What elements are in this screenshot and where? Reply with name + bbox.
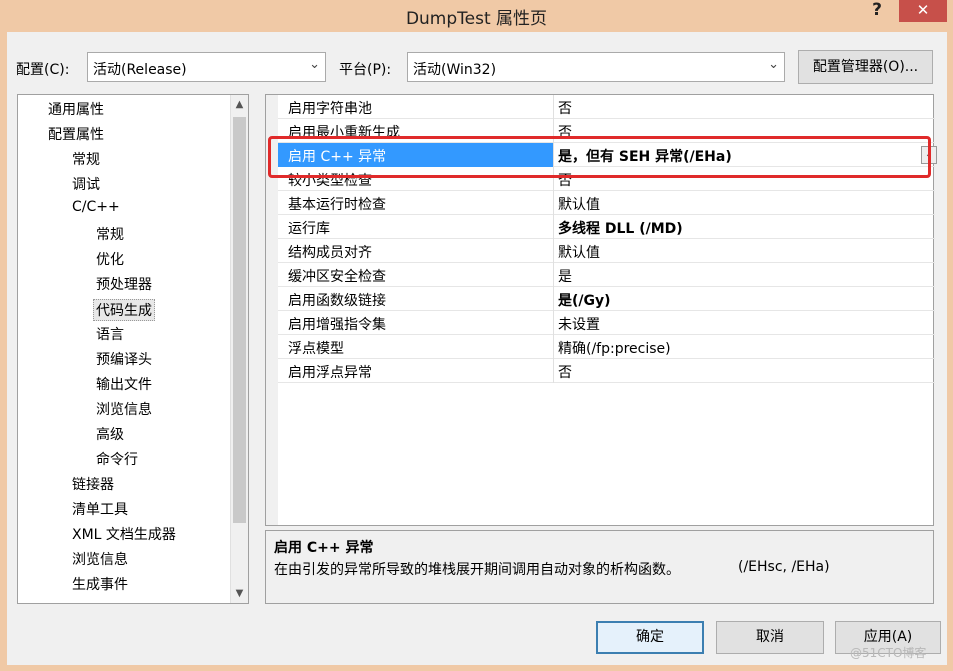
window-title: DumpTest 属性页 <box>405 9 548 29</box>
description-switches: (/EHsc, /EHa) <box>738 559 830 575</box>
property-name: 缓冲区安全检查 <box>288 269 386 285</box>
property-value[interactable]: 否 <box>558 362 572 382</box>
property-value[interactable]: 是 <box>558 266 572 286</box>
column-divider <box>553 95 554 119</box>
property-value[interactable]: 否 <box>558 98 572 118</box>
title-bar: DumpTest 属性页 ? ✕ <box>0 0 953 32</box>
platform-combo-value: 活动(Win32) <box>413 62 497 78</box>
grid-row[interactable]: 浮点模型 精确(/fp:precise) <box>278 335 935 359</box>
tree-item[interactable]: 链接器 <box>72 474 114 494</box>
property-name: 浮点模型 <box>288 341 344 357</box>
tree-item[interactable]: 代码生成 <box>93 299 155 321</box>
property-name: 启用函数级链接 <box>288 293 386 309</box>
grid-row[interactable]: 缓冲区安全检查 是 <box>278 263 935 287</box>
grid-row[interactable]: 启用浮点异常 否 <box>278 359 935 383</box>
chevron-down-icon: ⌄ <box>309 57 320 72</box>
scroll-thumb[interactable] <box>233 117 246 523</box>
tree-item[interactable]: C/C++ <box>72 199 120 215</box>
dialog-client-area: 配置(C): 活动(Release) ⌄ 平台(P): 活动(Win32) ⌄ … <box>7 32 947 665</box>
column-divider <box>553 215 554 239</box>
platform-combo[interactable]: 活动(Win32) ⌄ <box>407 52 785 82</box>
watermark-text: @51CTO博客 <box>850 646 927 660</box>
config-manager-button[interactable]: 配置管理器(O)... <box>798 50 933 84</box>
column-divider <box>553 335 554 359</box>
property-value[interactable]: 多线程 DLL (/MD) <box>558 218 683 238</box>
description-title: 启用 C++ 异常 <box>274 540 374 556</box>
chevron-down-icon: ⌄ <box>768 57 779 72</box>
column-divider <box>553 359 554 383</box>
description-panel: 启用 C++ 异常 在由引发的异常所导致的堆栈展开期间调用自动对象的析构函数。 … <box>265 530 934 604</box>
grid-row[interactable]: 启用增强指令集 未设置 <box>278 311 935 335</box>
tree-item[interactable]: 生成事件 <box>72 574 128 594</box>
property-name: 启用字符串池 <box>288 101 372 117</box>
platform-label: 平台(P): <box>339 62 392 78</box>
column-divider <box>553 239 554 263</box>
property-name: 启用增强指令集 <box>288 317 386 333</box>
property-value[interactable]: 未设置 <box>558 314 600 334</box>
column-divider <box>553 311 554 335</box>
column-divider <box>553 287 554 311</box>
property-name: 基本运行时检查 <box>288 197 386 213</box>
column-divider <box>553 191 554 215</box>
tree-item[interactable]: 配置属性 <box>48 124 104 144</box>
grid-row[interactable]: 启用字符串池 否 <box>278 95 935 119</box>
property-value[interactable]: 默认值 <box>558 242 600 262</box>
property-value[interactable]: 默认值 <box>558 194 600 214</box>
grid-row[interactable]: 运行库 多线程 DLL (/MD) <box>278 215 935 239</box>
cancel-button[interactable]: 取消 <box>716 621 824 654</box>
tree-item[interactable]: 命令行 <box>96 449 138 469</box>
tree-item[interactable]: 高级 <box>96 424 124 444</box>
property-name: 运行库 <box>288 221 330 237</box>
tree-item[interactable]: 预处理器 <box>96 274 152 294</box>
ok-button[interactable]: 确定 <box>596 621 704 654</box>
tree-item[interactable]: 输出文件 <box>96 374 152 394</box>
tree-item[interactable]: 语言 <box>96 324 124 344</box>
close-button[interactable]: ✕ <box>899 0 947 22</box>
tree-item[interactable]: XML 文档生成器 <box>72 524 176 544</box>
annotation-highlight-box <box>268 136 931 178</box>
config-label: 配置(C): <box>16 62 70 78</box>
grid-row[interactable]: 启用函数级链接 是(/Gy) <box>278 287 935 311</box>
config-combo-value: 活动(Release) <box>93 62 187 78</box>
scroll-up-icon[interactable]: ▲ <box>231 99 248 110</box>
tree-item[interactable]: 浏览信息 <box>96 399 152 419</box>
property-name: 启用浮点异常 <box>288 365 372 381</box>
tree-item[interactable]: 通用属性 <box>48 99 104 119</box>
scroll-down-icon[interactable]: ▼ <box>231 588 248 599</box>
property-value[interactable]: 精确(/fp:precise) <box>558 338 671 358</box>
tree-item[interactable]: 常规 <box>96 224 124 244</box>
config-combo[interactable]: 活动(Release) ⌄ <box>87 52 326 82</box>
column-divider <box>553 263 554 287</box>
tree-item[interactable]: 常规 <box>72 149 100 169</box>
tree-item[interactable]: 清单工具 <box>72 499 128 519</box>
tree-item[interactable]: 预编译头 <box>96 349 152 369</box>
grid-row[interactable]: 基本运行时检查 默认值 <box>278 191 935 215</box>
property-tree[interactable]: 通用属性 配置属性 常规 调试 C/C++ 常规 优化 预处理器 代码生成 语言 预编译头 输出文件浏… <box>17 94 249 604</box>
close-icon: ✕ <box>916 1 930 19</box>
help-button[interactable]: ? <box>862 0 892 22</box>
grid-row[interactable]: 结构成员对齐 默认值 <box>278 239 935 263</box>
tree-item[interactable]: 调试 <box>72 174 100 194</box>
property-name: 结构成员对齐 <box>288 245 372 261</box>
tree-item[interactable]: 浏览信息 <box>72 549 128 569</box>
tree-scrollbar[interactable]: ▲ ▼ <box>230 95 248 603</box>
description-text: 在由引发的异常所导致的堆栈展开期间调用自动对象的析构函数。 <box>274 562 680 578</box>
property-value[interactable]: 是(/Gy) <box>558 290 611 310</box>
tree-item[interactable]: 优化 <box>96 249 124 269</box>
